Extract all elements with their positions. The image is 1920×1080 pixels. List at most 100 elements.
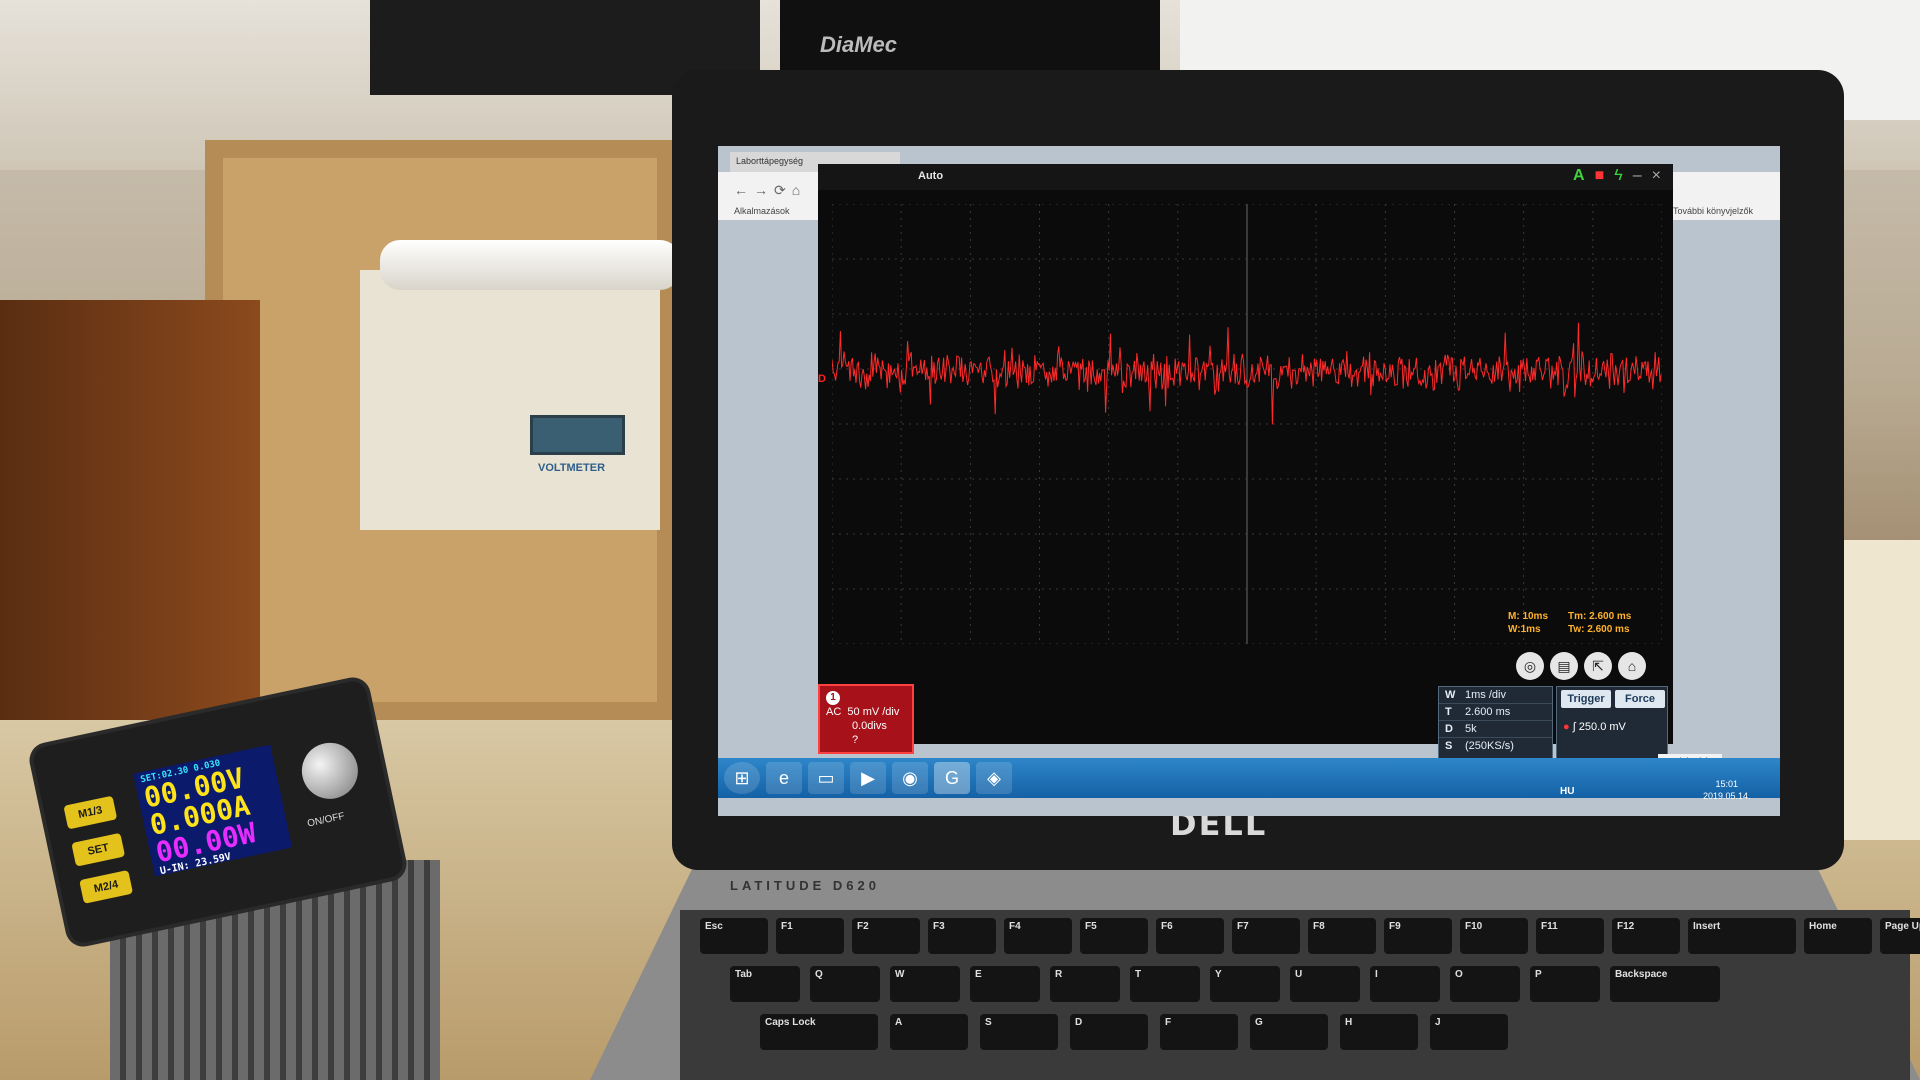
- keyboard-key[interactable]: F9: [1384, 918, 1452, 954]
- stop-icon[interactable]: ■: [1595, 167, 1605, 185]
- fluorescent-tube: [380, 240, 680, 290]
- voltmeter-label: VOLTMETER: [538, 462, 606, 474]
- keyboard-key[interactable]: S: [980, 1014, 1058, 1050]
- auto-icon[interactable]: A: [1573, 167, 1585, 185]
- timebase-d-key: D: [1445, 723, 1453, 735]
- apps-bookmark[interactable]: Alkalmazások: [734, 206, 790, 216]
- keyboard-key[interactable]: F5: [1080, 918, 1148, 954]
- keyboard-key[interactable]: Esc: [700, 918, 768, 954]
- keyboard-key[interactable]: O: [1450, 966, 1520, 1002]
- keyboard-key[interactable]: Caps Lock: [760, 1014, 878, 1050]
- acquisition-mode[interactable]: Auto: [918, 170, 943, 182]
- m-readout: M: 10ms: [1508, 611, 1549, 622]
- keyboard-key[interactable]: F7: [1232, 918, 1300, 954]
- keyboard-key[interactable]: F12: [1612, 918, 1680, 954]
- scope-app-icon[interactable]: G: [934, 762, 970, 794]
- start-button[interactable]: ⊞: [724, 762, 760, 794]
- chrome-icon[interactable]: ◉: [892, 762, 928, 794]
- trigger-source-icon: ●: [1563, 721, 1570, 733]
- waveform-plot: [832, 204, 1662, 644]
- bolt-icon[interactable]: ϟ: [1614, 167, 1622, 185]
- keyboard-key[interactable]: G: [1250, 1014, 1328, 1050]
- cursor-measurements: M: 10ms Tm: 2.600 ms W:1ms Tw: 2.600 ms: [1508, 610, 1648, 636]
- keyboard-key[interactable]: Home: [1804, 918, 1872, 954]
- laptop-model: LATITUDE D620: [730, 878, 880, 893]
- keyboard-key[interactable]: F11: [1536, 918, 1604, 954]
- keyboard-key[interactable]: E: [970, 966, 1040, 1002]
- keyboard-key[interactable]: Q: [810, 966, 880, 1002]
- laptop-screen: Laborttápegység ←→⟳⌂ Alkalmazások Tovább…: [718, 146, 1780, 816]
- keyboard-key[interactable]: Y: [1210, 966, 1280, 1002]
- keyboard-key[interactable]: A: [890, 1014, 968, 1050]
- keyboard-key[interactable]: D: [1070, 1014, 1148, 1050]
- scope-control-icons: ◎ ▤ ⇱ ⌂: [1516, 652, 1646, 680]
- keyboard-key[interactable]: F: [1160, 1014, 1238, 1050]
- keyboard-key[interactable]: F1: [776, 918, 844, 954]
- battery-brand: DiaMec: [820, 32, 898, 57]
- keyboard-key[interactable]: Insert: [1688, 918, 1796, 954]
- media-icon[interactable]: ▶: [850, 762, 886, 794]
- psu-rotary-knob[interactable]: [296, 737, 364, 805]
- ie-icon[interactable]: e: [766, 762, 802, 794]
- window-controls: A ■ ϟ – ×: [1573, 167, 1661, 185]
- minimize-icon[interactable]: –: [1633, 167, 1642, 185]
- keyboard-key[interactable]: F4: [1004, 918, 1072, 954]
- right-side-box: [1840, 540, 1920, 840]
- browser-nav-icons[interactable]: ←→⟳⌂: [734, 182, 806, 199]
- export-icon[interactable]: ⇱: [1584, 652, 1612, 680]
- psu-m1-button[interactable]: M1/3: [63, 795, 118, 830]
- tray-clock[interactable]: 15:01 2019.05.14.: [1703, 778, 1751, 802]
- psu-set-button[interactable]: SET: [71, 832, 126, 867]
- keyboard-key[interactable]: P: [1530, 966, 1600, 1002]
- psu-onoff-label: ON/OFF: [306, 810, 346, 830]
- psu-screen: SET:02.30 0.030 00.00V 0.000A 00.00W U-I…: [133, 744, 292, 877]
- w-readout: W:1ms: [1508, 624, 1541, 635]
- scope-titlebar: Auto A ■ ϟ – ×: [818, 164, 1673, 190]
- trigger-level[interactable]: ● ∫ 250.0 mV: [1563, 721, 1626, 733]
- keyboard-key[interactable]: Page Up: [1880, 918, 1920, 954]
- keyboard-key[interactable]: R: [1050, 966, 1120, 1002]
- trigger-level-value: 250.0 mV: [1578, 721, 1626, 733]
- timebase-s-value: (250KS/s): [1465, 740, 1514, 752]
- tm-readout: Tm: 2.600 ms: [1568, 611, 1632, 622]
- windows-taskbar: ⊞ e ▭ ▶ ◉ G ◈: [718, 758, 1780, 798]
- keyboard-key[interactable]: Backspace: [1610, 966, 1720, 1002]
- keyboard-key[interactable]: F2: [852, 918, 920, 954]
- trigger-panel: Trigger Force ● ∫ 250.0 mV: [1556, 686, 1668, 766]
- keyboard-key[interactable]: U: [1290, 966, 1360, 1002]
- close-icon[interactable]: ×: [1652, 167, 1661, 185]
- force-button[interactable]: Force: [1615, 690, 1665, 708]
- folder-icon[interactable]: ▭: [808, 762, 844, 794]
- keyboard-key[interactable]: Tab: [730, 966, 800, 1002]
- battery-box: DiaMec: [780, 0, 1160, 70]
- timebase-t-value: 2.600 ms: [1465, 706, 1511, 718]
- language-indicator[interactable]: HU: [1560, 786, 1574, 797]
- save-icon[interactable]: ▤: [1550, 652, 1578, 680]
- photo-scene: DiaMec VOLTMETER M1/3 SET M2/4 SET:02.30…: [0, 0, 1920, 1080]
- keyboard-key[interactable]: F3: [928, 918, 996, 954]
- keyboard-key[interactable]: F10: [1460, 918, 1528, 954]
- voltmeter-display: [530, 415, 625, 455]
- keyboard-key[interactable]: J: [1430, 1014, 1508, 1050]
- zoom-icon[interactable]: ◎: [1516, 652, 1544, 680]
- channel1-panel[interactable]: 1 AC 50 mV /div 0.0divs ?: [818, 684, 914, 754]
- channel1-coupling: AC: [826, 706, 842, 718]
- keyboard-key[interactable]: I: [1370, 966, 1440, 1002]
- keyboard-key[interactable]: W: [890, 966, 960, 1002]
- home-icon[interactable]: ⌂: [1618, 652, 1646, 680]
- timebase-panel[interactable]: W 1ms /div T 2.600 ms D 5k S (250KS/s): [1438, 686, 1553, 766]
- keyboard-key[interactable]: F8: [1308, 918, 1376, 954]
- app-icon[interactable]: ◈: [976, 762, 1012, 794]
- keyboard: Esc F1 F2 F3 F4 F5 F6 F7 F8 F9 F10 F11 F12 Insert Home…: [680, 910, 1920, 1080]
- keyboard-key[interactable]: T: [1130, 966, 1200, 1002]
- psu-m2-button[interactable]: M2/4: [79, 869, 134, 904]
- oscilloscope-window: Auto A ■ ϟ – × D M: 10ms Tm: 2.600 ms W:1…: [818, 164, 1673, 766]
- keyboard-key[interactable]: F6: [1156, 918, 1224, 954]
- trigger-button[interactable]: Trigger: [1561, 690, 1611, 708]
- channel-ground-marker: D: [818, 373, 826, 385]
- channel1-offset: 0.0divs: [852, 720, 887, 732]
- keyboard-key[interactable]: H: [1340, 1014, 1418, 1050]
- rising-edge-icon: ∫: [1572, 721, 1576, 733]
- more-bookmarks[interactable]: További könyvjelzők: [1673, 206, 1753, 216]
- timebase-s-key: S: [1445, 740, 1453, 752]
